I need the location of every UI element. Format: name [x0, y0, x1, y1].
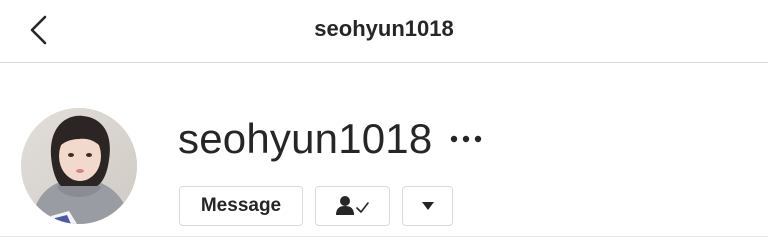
profile-username: seohyun1018 — [178, 115, 433, 162]
profile-photo — [21, 108, 137, 224]
top-bar: seohyun1018 — [0, 0, 768, 63]
message-button[interactable]: Message — [179, 186, 303, 226]
avatar[interactable] — [21, 108, 137, 224]
suggestions-dropdown-button[interactable] — [402, 186, 453, 226]
divider — [0, 236, 768, 237]
person-check-icon — [335, 196, 369, 215]
more-options-button[interactable] — [446, 124, 486, 154]
following-button[interactable] — [315, 186, 390, 226]
triangle-down-icon — [421, 202, 434, 210]
message-button-label: Message — [200, 195, 282, 216]
page-title: seohyun1018 — [314, 16, 454, 41]
more-horizontal-icon — [450, 135, 482, 143]
